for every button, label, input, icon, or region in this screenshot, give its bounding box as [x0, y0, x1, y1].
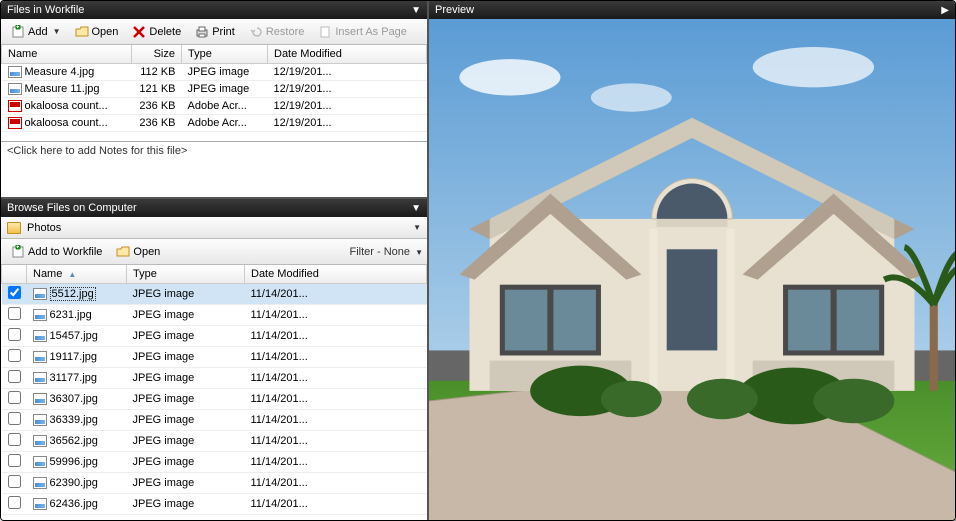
collapse-icon[interactable]: ▼ — [411, 203, 421, 214]
workfile-title: Files in Workfile — [7, 4, 84, 16]
table-row[interactable]: okaloosa count...236 KBAdobe Acr...12/19… — [2, 98, 427, 115]
image-icon — [33, 414, 47, 426]
app-window: Files in Workfile ▼ Add ▼ Open Delete Pr… — [0, 0, 956, 521]
image-icon — [33, 435, 47, 447]
row-checkbox[interactable] — [8, 454, 21, 467]
add-icon — [11, 245, 25, 259]
delete-button[interactable]: Delete — [126, 22, 187, 42]
table-row[interactable]: 59996.jpgJPEG image11/14/201... — [2, 452, 427, 473]
image-icon — [33, 456, 47, 468]
folder-bar[interactable]: Photos ▼ — [1, 217, 427, 239]
row-checkbox[interactable] — [8, 475, 21, 488]
restore-icon — [249, 25, 263, 39]
collapse-icon[interactable]: ▼ — [411, 5, 421, 16]
col-size[interactable]: Size — [132, 45, 182, 64]
table-row[interactable]: 5512.jpgJPEG image11/14/201... — [2, 284, 427, 305]
left-panel: Files in Workfile ▼ Add ▼ Open Delete Pr… — [1, 1, 429, 520]
col-type[interactable]: Type — [127, 265, 245, 284]
pdf-icon — [8, 100, 22, 112]
image-icon — [33, 330, 47, 342]
image-icon — [33, 309, 47, 321]
folder-open-icon — [116, 245, 130, 259]
delete-icon — [132, 25, 146, 39]
browse-header: Browse Files on Computer ▼ — [1, 199, 427, 217]
table-row[interactable]: 36307.jpgJPEG image11/14/201... — [2, 389, 427, 410]
col-name[interactable]: Name — [2, 45, 132, 64]
print-icon — [195, 25, 209, 39]
image-icon — [33, 393, 47, 405]
browse-table: Name▲ Type Date Modified 5512.jpgJPEG im… — [1, 265, 427, 515]
table-row[interactable]: 36562.jpgJPEG image11/14/201... — [2, 431, 427, 452]
browse-table-container: Name▲ Type Date Modified 5512.jpgJPEG im… — [1, 265, 427, 520]
browse-section: Browse Files on Computer ▼ Photos ▼ Add … — [1, 197, 427, 520]
restore-button: Restore — [243, 22, 311, 42]
workfile-header: Files in Workfile ▼ — [1, 1, 427, 19]
expand-icon[interactable]: ▶ — [941, 5, 949, 16]
col-name[interactable]: Name▲ — [27, 265, 127, 284]
preview-area — [429, 19, 955, 520]
image-icon — [33, 477, 47, 489]
row-checkbox[interactable] — [8, 328, 21, 341]
table-row[interactable]: 62436.jpgJPEG image11/14/201... — [2, 494, 427, 515]
pdf-icon — [8, 117, 22, 129]
row-checkbox[interactable] — [8, 307, 21, 320]
image-icon — [33, 498, 47, 510]
folder-name: Photos — [27, 222, 61, 234]
add-button[interactable]: Add ▼ — [5, 22, 67, 42]
preview-image — [429, 19, 955, 520]
browse-title: Browse Files on Computer — [7, 202, 137, 214]
image-icon — [33, 372, 47, 384]
add-icon — [11, 25, 25, 39]
add-to-workfile-button[interactable]: Add to Workfile — [5, 242, 108, 262]
chevron-down-icon: ▼ — [415, 248, 423, 257]
image-icon — [8, 66, 22, 78]
col-date[interactable]: Date Modified — [245, 265, 427, 284]
chevron-down-icon[interactable]: ▼ — [413, 223, 421, 232]
row-checkbox[interactable] — [8, 496, 21, 509]
insert-page-button: Insert As Page — [312, 22, 413, 42]
table-row[interactable]: 6231.jpgJPEG image11/14/201... — [2, 305, 427, 326]
folder-open-icon — [75, 25, 89, 39]
table-row[interactable]: Measure 4.jpg112 KBJPEG image12/19/201..… — [2, 64, 427, 81]
col-type[interactable]: Type — [182, 45, 268, 64]
table-row[interactable]: 62390.jpgJPEG image11/14/201... — [2, 473, 427, 494]
table-row[interactable]: okaloosa count...236 KBAdobe Acr...12/19… — [2, 115, 427, 132]
workfile-table-container: Name Size Type Date Modified Measure 4.j… — [1, 45, 427, 141]
right-panel: Preview ▶ — [429, 1, 955, 520]
row-checkbox[interactable] — [8, 370, 21, 383]
table-row[interactable]: 15457.jpgJPEG image11/14/201... — [2, 326, 427, 347]
workfile-table: Name Size Type Date Modified Measure 4.j… — [1, 45, 427, 132]
row-checkbox[interactable] — [8, 412, 21, 425]
preview-title: Preview — [435, 4, 474, 16]
row-checkbox[interactable] — [8, 349, 21, 362]
table-row[interactable]: 19117.jpgJPEG image11/14/201... — [2, 347, 427, 368]
preview-header: Preview ▶ — [429, 1, 955, 19]
col-check[interactable] — [2, 265, 27, 284]
workfile-toolbar: Add ▼ Open Delete Print Restore Inser — [1, 19, 427, 45]
image-icon — [8, 83, 22, 95]
table-row[interactable]: 31177.jpgJPEG image11/14/201... — [2, 368, 427, 389]
row-checkbox[interactable] — [8, 391, 21, 404]
col-date[interactable]: Date Modified — [268, 45, 427, 64]
folder-icon — [7, 222, 21, 234]
sort-asc-icon: ▲ — [68, 270, 76, 279]
browse-open-button[interactable]: Open — [110, 242, 166, 262]
image-icon — [33, 351, 47, 363]
insert-page-icon — [318, 25, 332, 39]
browse-toolbar: Add to Workfile Open Filter - None ▼ — [1, 239, 427, 265]
open-button[interactable]: Open — [69, 22, 125, 42]
notes-area[interactable]: <Click here to add Notes for this file> — [1, 141, 427, 197]
row-checkbox[interactable] — [8, 433, 21, 446]
table-row[interactable]: 36339.jpgJPEG image11/14/201... — [2, 410, 427, 431]
chevron-down-icon: ▼ — [53, 27, 61, 36]
print-button[interactable]: Print — [189, 22, 241, 42]
image-icon — [33, 288, 47, 300]
row-checkbox[interactable] — [8, 286, 21, 299]
filter-dropdown[interactable]: Filter - None ▼ — [349, 246, 423, 258]
table-row[interactable]: Measure 11.jpg121 KBJPEG image12/19/201.… — [2, 81, 427, 98]
